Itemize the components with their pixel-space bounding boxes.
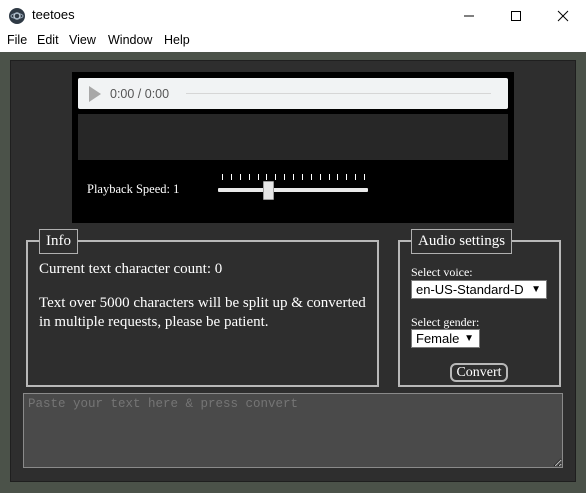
slider-tick bbox=[284, 174, 285, 180]
voice-value: en-US-Standard-D bbox=[416, 282, 524, 297]
maximize-button[interactable] bbox=[493, 0, 539, 31]
info-legend: Info bbox=[39, 229, 78, 254]
video-area bbox=[78, 114, 508, 160]
slider-tick bbox=[231, 174, 232, 180]
playback-speed-slider[interactable] bbox=[218, 188, 368, 192]
menu-bar: File Edit View Window Help bbox=[0, 31, 586, 52]
close-button[interactable] bbox=[540, 0, 586, 31]
character-count: Current text character count: 0 bbox=[39, 261, 223, 277]
dropdown-arrow-icon: ▼ bbox=[531, 284, 541, 295]
gender-value: Female bbox=[416, 331, 460, 346]
convert-button[interactable]: Convert bbox=[450, 363, 508, 382]
slider-tick bbox=[346, 174, 347, 180]
voice-select[interactable]: en-US-Standard-D ▼ bbox=[411, 280, 547, 299]
slider-tick bbox=[240, 174, 241, 180]
slider-tick bbox=[302, 174, 303, 180]
menu-edit[interactable]: Edit bbox=[37, 33, 59, 47]
slider-tick bbox=[320, 174, 321, 180]
time-display: 0:00 / 0:00 bbox=[110, 87, 170, 101]
close-icon bbox=[557, 10, 569, 21]
menu-window[interactable]: Window bbox=[108, 33, 152, 47]
window-title: teetoes bbox=[32, 7, 75, 22]
slider-handle[interactable] bbox=[263, 181, 274, 200]
slider-tick bbox=[275, 174, 276, 180]
app-logo-icon bbox=[9, 8, 25, 24]
slider-tick bbox=[222, 174, 223, 180]
play-icon[interactable] bbox=[89, 86, 101, 102]
minimize-icon bbox=[464, 15, 474, 16]
audio-settings-legend: Audio settings bbox=[411, 229, 513, 254]
dropdown-arrow-icon: ▼ bbox=[464, 333, 474, 344]
slider-tick bbox=[311, 174, 312, 180]
gender-select[interactable]: Female ▼ bbox=[411, 329, 480, 348]
menu-file[interactable]: File bbox=[7, 33, 27, 47]
gender-label: Select gender: bbox=[411, 315, 480, 329]
slider-tick bbox=[293, 174, 294, 180]
slider-tick bbox=[258, 174, 259, 180]
slider-tick bbox=[355, 174, 356, 180]
progress-bar[interactable] bbox=[186, 93, 491, 94]
slider-tick bbox=[329, 174, 330, 180]
slider-tick bbox=[249, 174, 250, 180]
slider-tick bbox=[337, 174, 338, 180]
minimize-button[interactable] bbox=[446, 0, 492, 31]
slider-tick bbox=[266, 174, 267, 180]
maximize-icon bbox=[511, 10, 521, 21]
menu-help[interactable]: Help bbox=[164, 33, 190, 47]
voice-label: Select voice: bbox=[411, 265, 473, 279]
split-notice: Text over 5000 characters will be split … bbox=[39, 295, 366, 330]
text-input[interactable] bbox=[23, 393, 563, 468]
menu-view[interactable]: View bbox=[69, 33, 96, 47]
slider-tick bbox=[364, 174, 365, 180]
playback-speed-label: Playback Speed: 1 bbox=[87, 182, 180, 196]
